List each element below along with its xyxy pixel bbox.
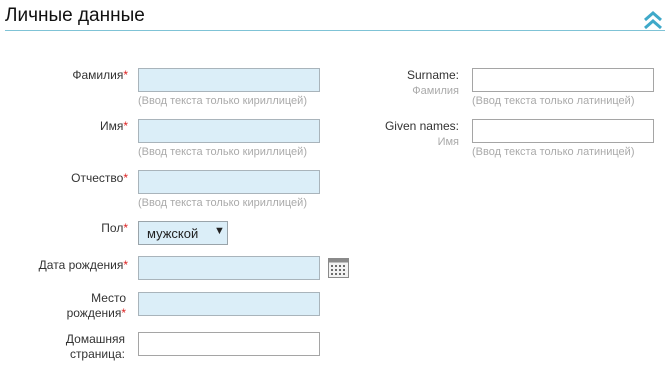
surname-latin-sublabel: Фамилия (412, 85, 459, 97)
gender-select-value: мужской (147, 226, 199, 241)
patronymic-input[interactable] (138, 170, 320, 194)
given-names-hint: (Ввод текста только латиницей) (472, 146, 635, 158)
given-names-label: Given names: (384, 119, 459, 133)
required-marker: * (123, 258, 128, 272)
surname-latin-label: Surname: (406, 68, 459, 82)
homepage-input[interactable] (138, 332, 320, 356)
surname-latin-input[interactable] (472, 68, 654, 92)
gender-select[interactable]: мужской ▼ (138, 221, 228, 245)
surname-latin-hint: (Ввод текста только латиницей) (472, 95, 635, 107)
required-marker: * (123, 68, 128, 82)
calendar-icon[interactable] (328, 258, 349, 278)
name-label: Имя* (99, 119, 128, 133)
birth-date-input[interactable] (138, 256, 320, 280)
patronymic-hint: (Ввод текста только кириллицей) (138, 197, 307, 209)
required-marker: * (123, 119, 128, 133)
surname-label: Фамилия* (72, 68, 128, 82)
required-marker: * (123, 171, 128, 185)
section-title: Личные данные (5, 5, 145, 26)
surname-input[interactable] (138, 68, 320, 92)
given-names-input[interactable] (472, 119, 654, 143)
birth-place-input[interactable] (138, 292, 320, 316)
homepage-label: Домашняя страница: (65, 332, 125, 361)
gender-label: Пол* (101, 221, 128, 235)
double-chevron-up-icon[interactable] (642, 10, 664, 30)
required-marker: * (123, 221, 128, 235)
birth-place-label: Место рождения* (66, 291, 126, 320)
section-divider (5, 30, 665, 31)
name-hint: (Ввод текста только кириллицей) (138, 146, 307, 158)
name-input[interactable] (138, 119, 320, 143)
birth-date-label: Дата рождения* (38, 258, 128, 272)
given-names-sublabel: Имя (437, 136, 459, 148)
patronymic-label: Отчество* (71, 171, 128, 185)
required-marker: * (121, 306, 126, 320)
surname-hint: (Ввод текста только кириллицей) (138, 95, 307, 107)
chevron-down-icon: ▼ (214, 225, 225, 237)
